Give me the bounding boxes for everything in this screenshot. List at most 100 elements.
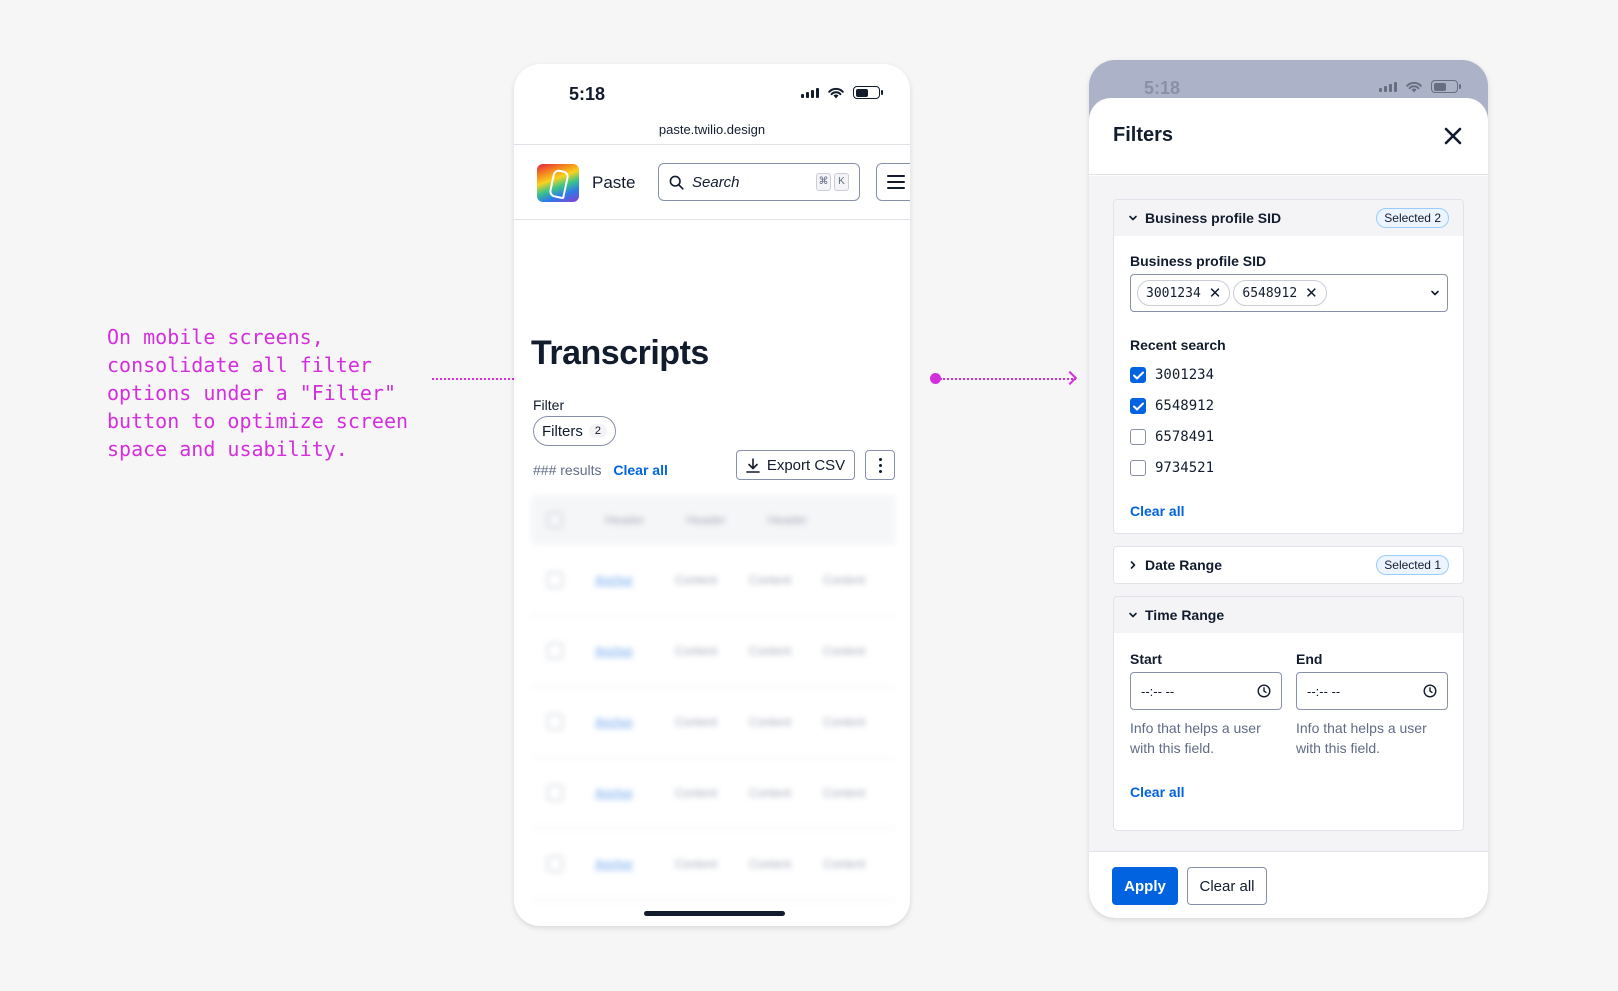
home-indicator [644,911,785,916]
selected-badge: Selected 2 [1376,208,1449,228]
table-cell: Content [749,857,792,871]
chip-remove-icon[interactable]: ✕ [1209,284,1222,302]
clear-all-link[interactable]: Clear all [1130,784,1184,800]
search-placeholder: Search [692,173,740,191]
end-time-value: --:-- -- [1307,683,1341,699]
section-header-date[interactable]: Date Range Selected 1 [1114,547,1463,583]
table-cell: Content [823,786,866,800]
row-checkbox[interactable] [547,714,563,730]
browser-url[interactable]: paste.twilio.design [514,122,910,137]
checkbox-label: 3001234 [1155,367,1215,383]
checkbox[interactable] [1130,398,1146,414]
section-header-time[interactable]: Time Range [1114,597,1463,633]
table-cell: Content [675,715,718,729]
status-bar: 5:18 [514,64,910,124]
row-anchor-link[interactable]: Anchor [595,644,643,658]
page-title: Transcripts [531,334,709,372]
start-time-input[interactable]: --:-- -- [1130,672,1282,710]
business-sid-combobox[interactable]: 3001234 ✕ 6548912 ✕ [1130,274,1448,312]
row-checkbox[interactable] [547,643,563,659]
filters-count-badge: 2 [588,424,607,438]
status-time: 5:18 [569,84,606,104]
wifi-icon [1406,81,1422,93]
table-cell: Content [823,857,866,871]
table-header-row: Header Header Header [531,495,895,545]
section-title: Time Range [1145,607,1225,623]
chip-remove-icon[interactable]: ✕ [1305,284,1318,302]
clock-icon[interactable] [1423,684,1437,698]
row-checkbox[interactable] [547,785,563,801]
row-anchor-link[interactable]: Anchor [595,573,643,587]
checkbox-label: 9734521 [1155,460,1215,476]
apply-button[interactable]: Apply [1112,867,1178,905]
selected-chip: 3001234 ✕ [1137,280,1231,306]
select-all-checkbox[interactable] [547,512,563,528]
shortcut-k-key: K [834,173,849,191]
clear-all-button[interactable]: Clear all [1187,867,1267,905]
section-title: Business profile SID [1145,210,1282,226]
clear-all-link[interactable]: Clear all [613,462,667,478]
brand-name[interactable]: Paste [592,173,635,193]
end-time-input[interactable]: --:-- -- [1296,672,1448,710]
filters-button-label: Filters [542,422,583,440]
checkbox-option[interactable]: 9734521 [1130,460,1214,476]
status-time: 5:18 [1144,78,1181,98]
annotation-text: On mobile screens, consolidate all filte… [107,325,409,461]
table-header[interactable]: Header [686,513,725,527]
checkbox[interactable] [1130,460,1146,476]
connector-arrow-icon [1062,370,1078,386]
filters-button[interactable]: Filters 2 [533,416,616,446]
start-label: Start [1130,651,1162,667]
results-count: ### results [533,462,602,478]
filter-label: Filter [533,397,565,413]
checkbox-option[interactable]: 6548912 [1130,398,1214,414]
menu-button[interactable] [876,163,910,201]
shortcut-cmd-key: ⌘ [816,173,831,191]
table-cell: Content [749,715,792,729]
kebab-dot-icon [878,469,882,473]
table-row: Anchor Content Content Content [531,616,895,687]
row-anchor-link[interactable]: Anchor [595,857,643,871]
status-icons [1379,80,1461,93]
table-row: Anchor Content Content Content [531,545,895,616]
clear-all-link[interactable]: Clear all [1130,503,1184,519]
close-icon[interactable] [1444,127,1462,145]
export-csv-button[interactable]: Export CSV [736,450,855,480]
section-title: Date Range [1145,557,1223,573]
connector-right [940,378,1076,380]
clock-icon[interactable] [1257,684,1271,698]
section-header-business[interactable]: Business profile SID Selected 2 [1114,200,1463,236]
signal-icon [1379,81,1397,92]
table-cell: Content [749,644,792,658]
table-header[interactable]: Header [605,513,644,527]
field-label: Business profile SID [1130,253,1267,269]
checkbox-option[interactable]: 3001234 [1130,367,1214,383]
search-input[interactable]: Search ⌘ K [658,163,860,201]
table-header[interactable]: Header [768,513,807,527]
section-date-range: Date Range Selected 1 [1113,546,1464,584]
table-cell: Content [749,573,792,587]
start-help-text: Info that helps a user with this field. [1130,720,1261,756]
checkbox[interactable] [1130,367,1146,383]
status-icons [801,86,883,99]
table-cell: Content [675,857,718,871]
end-label: End [1296,651,1323,667]
chip-label: 3001234 [1146,285,1201,301]
row-checkbox[interactable] [547,572,563,588]
row-checkbox[interactable] [547,856,563,872]
more-options-button[interactable] [865,450,895,480]
transcripts-table: Header Header Header Anchor Content Cont… [531,495,895,900]
section-business-profile-sid: Business profile SID Selected 2 Business… [1113,199,1464,534]
row-anchor-link[interactable]: Anchor [595,786,643,800]
table-cell: Content [823,644,866,658]
export-csv-label: Export CSV [766,456,846,474]
checkbox[interactable] [1130,429,1146,445]
recent-search-label: Recent search [1130,337,1226,353]
paste-logo-icon[interactable] [537,164,579,202]
chevron-down-icon[interactable] [1429,287,1441,299]
hamburger-icon [887,175,905,189]
section-time-range: Time Range Start End --:-- -- --:-- -- I… [1113,596,1464,831]
checkbox-option[interactable]: 6578491 [1130,429,1214,445]
row-anchor-link[interactable]: Anchor [595,715,643,729]
chip-label: 6548912 [1242,285,1298,301]
